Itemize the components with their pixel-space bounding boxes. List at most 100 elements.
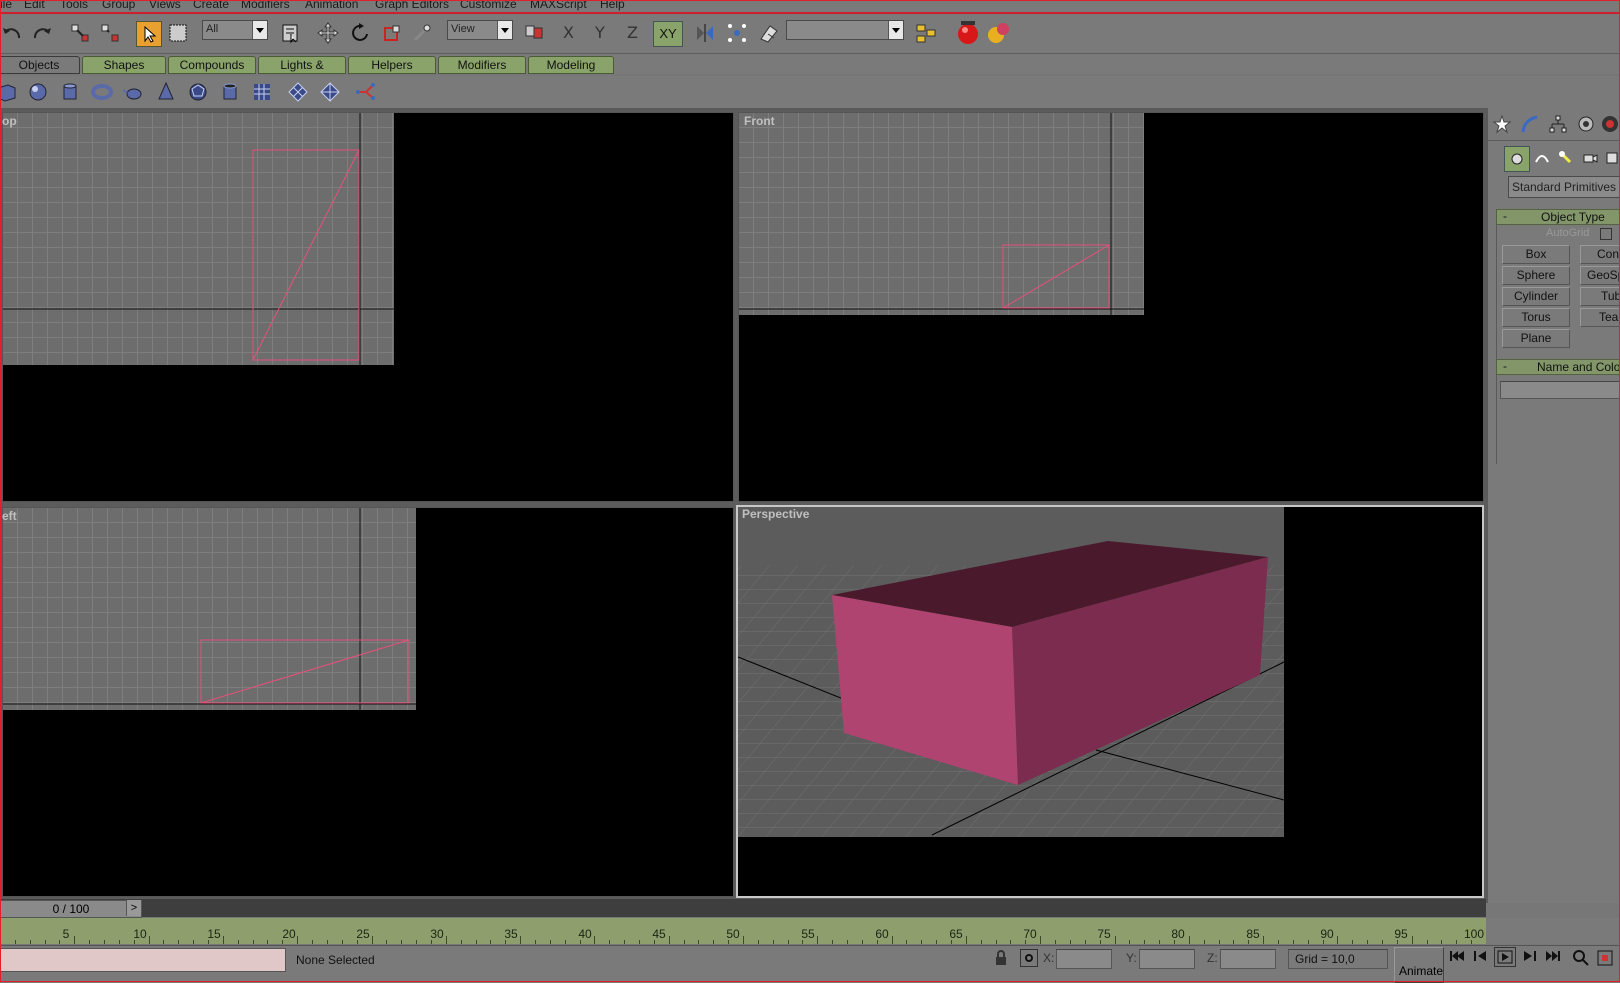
- menu-modifiers[interactable]: Modifiers: [241, 0, 290, 11]
- lights-category-icon[interactable]: [1554, 146, 1578, 170]
- menu-animation[interactable]: Animation: [305, 0, 358, 11]
- tab-shapes[interactable]: Shapes: [82, 56, 166, 74]
- viewport-front[interactable]: Front: [738, 112, 1484, 502]
- select-and-manipulate-icon[interactable]: [410, 21, 434, 45]
- object-type-rollout-header[interactable]: - Object Type: [1496, 209, 1620, 225]
- geometry-category-icon[interactable]: [1504, 146, 1530, 172]
- plane-button[interactable]: Plane: [1502, 329, 1570, 348]
- normal-align-icon[interactable]: [757, 21, 781, 45]
- create-panel-icon[interactable]: [1490, 112, 1514, 136]
- render-scene-icon[interactable]: [955, 21, 979, 45]
- select-and-rotate-icon[interactable]: [348, 21, 372, 45]
- menu-group[interactable]: Group: [102, 0, 135, 11]
- select-and-scale-icon[interactable]: [380, 21, 404, 45]
- zoom-extents-all-icon[interactable]: [1596, 949, 1614, 970]
- menu-graph-editors[interactable]: Graph Editors: [375, 0, 449, 11]
- redo-icon[interactable]: [30, 21, 54, 45]
- tab-lights-cameras[interactable]: Lights & Cameras: [258, 56, 346, 88]
- reference-coordinate-dropdown[interactable]: View: [447, 20, 513, 40]
- previous-frame-icon[interactable]: [1472, 949, 1490, 966]
- tab-modeling[interactable]: Modeling: [528, 56, 614, 74]
- unlink-selection-icon[interactable]: [98, 21, 122, 45]
- teapot-icon[interactable]: [122, 81, 146, 103]
- cylinder-icon[interactable]: [58, 81, 82, 103]
- tab-objects[interactable]: Objects: [0, 56, 80, 74]
- go-to-start-icon[interactable]: [1448, 949, 1466, 966]
- maxscript-listener-field[interactable]: [0, 948, 286, 972]
- hierarchy-panel-icon[interactable]: [1546, 112, 1570, 136]
- tube-button[interactable]: Tub: [1580, 287, 1620, 306]
- select-by-name-icon[interactable]: [278, 21, 302, 45]
- grid-plane-icon[interactable]: [250, 81, 274, 103]
- cameras-category-icon[interactable]: [1578, 146, 1602, 170]
- time-slider-track[interactable]: [0, 899, 1486, 917]
- menu-help[interactable]: Help: [600, 0, 625, 11]
- name-color-rollout-header[interactable]: - Name and Color: [1496, 359, 1620, 375]
- schematic-view-icon[interactable]: [914, 21, 938, 45]
- chevron-right-icon[interactable]: >: [126, 900, 141, 916]
- motion-panel-icon[interactable]: [1574, 112, 1598, 136]
- nurbs-surface-icon[interactable]: [286, 81, 310, 103]
- viewport-top[interactable]: op: [2, 112, 734, 502]
- go-to-end-icon[interactable]: [1544, 949, 1562, 966]
- box-icon[interactable]: [0, 81, 18, 103]
- sphere-button[interactable]: Sphere: [1502, 266, 1570, 285]
- time-slider-thumb[interactable]: 0 / 100: [0, 900, 142, 918]
- menu-create[interactable]: Create: [193, 0, 229, 11]
- particle-system-icon[interactable]: [354, 81, 378, 103]
- sphere-icon[interactable]: [26, 81, 50, 103]
- cylinder-button[interactable]: Cylinder: [1502, 287, 1570, 306]
- tab-modifiers[interactable]: Modifiers: [438, 56, 526, 74]
- align-icon[interactable]: [725, 21, 749, 45]
- selection-filter-dropdown[interactable]: All: [202, 20, 268, 40]
- viewport-perspective[interactable]: Perspective: [736, 505, 1484, 898]
- named-selection-sets-dropdown[interactable]: [786, 20, 904, 40]
- teapot-button[interactable]: Teap: [1580, 308, 1620, 327]
- menu-edit[interactable]: Edit: [24, 0, 45, 11]
- autogrid-checkbox[interactable]: [1600, 228, 1612, 240]
- select-and-move-icon[interactable]: [316, 21, 340, 45]
- object-category-dropdown[interactable]: Standard Primitives: [1508, 176, 1620, 198]
- tube-icon[interactable]: [218, 81, 242, 103]
- select-and-link-icon[interactable]: [68, 21, 92, 45]
- tab-compounds[interactable]: Compounds: [168, 56, 256, 74]
- x-coord-input[interactable]: [1056, 949, 1112, 969]
- viewport-left[interactable]: eft: [2, 507, 734, 897]
- z-coord-input[interactable]: [1220, 949, 1276, 969]
- lock-selection-icon[interactable]: [994, 950, 1008, 969]
- cone-button[interactable]: Cone: [1580, 245, 1620, 264]
- viewport-label-front[interactable]: Front: [744, 114, 775, 128]
- restrict-x-button[interactable]: X: [563, 23, 574, 42]
- shapes-category-icon[interactable]: [1530, 146, 1554, 170]
- restrict-xy-button[interactable]: XY: [653, 21, 683, 47]
- absolute-mode-icon[interactable]: [1020, 949, 1038, 967]
- tab-helpers[interactable]: Helpers: [348, 56, 436, 74]
- track-bar[interactable]: 5 10 15 20 25 30 35 40 45 50 55 60 65 70…: [0, 918, 1486, 944]
- torus-button[interactable]: Torus: [1502, 308, 1570, 327]
- y-coord-input[interactable]: [1139, 949, 1195, 969]
- restrict-y-button[interactable]: Y: [595, 23, 605, 42]
- pivot-center-icon[interactable]: [522, 21, 546, 45]
- zoom-icon[interactable]: [1572, 949, 1590, 970]
- torus-icon[interactable]: [90, 81, 114, 103]
- select-region-icon[interactable]: [166, 21, 190, 45]
- play-icon[interactable]: [1494, 947, 1516, 967]
- mirror-icon[interactable]: [693, 21, 717, 45]
- geosphere-button[interactable]: GeoSp: [1580, 266, 1620, 285]
- viewport-label-perspective[interactable]: Perspective: [742, 507, 809, 521]
- viewport-label-top[interactable]: op: [2, 114, 17, 128]
- next-frame-icon[interactable]: [1520, 949, 1538, 966]
- quick-render-icon[interactable]: [985, 21, 1009, 45]
- geosphere-icon[interactable]: [186, 81, 210, 103]
- menu-customize[interactable]: Customize: [460, 0, 517, 11]
- box-button[interactable]: Box: [1502, 245, 1570, 264]
- cone-icon[interactable]: [154, 81, 178, 103]
- menu-views[interactable]: Views: [149, 0, 181, 11]
- menu-file[interactable]: ile: [0, 0, 12, 11]
- menu-tools[interactable]: Tools: [60, 0, 88, 11]
- viewport-label-left[interactable]: eft: [2, 509, 17, 523]
- patch-grid-icon[interactable]: [318, 81, 342, 103]
- object-name-input[interactable]: [1500, 381, 1620, 399]
- menu-maxscript[interactable]: MAXScript: [530, 0, 587, 11]
- restrict-z-button[interactable]: Z: [627, 23, 638, 42]
